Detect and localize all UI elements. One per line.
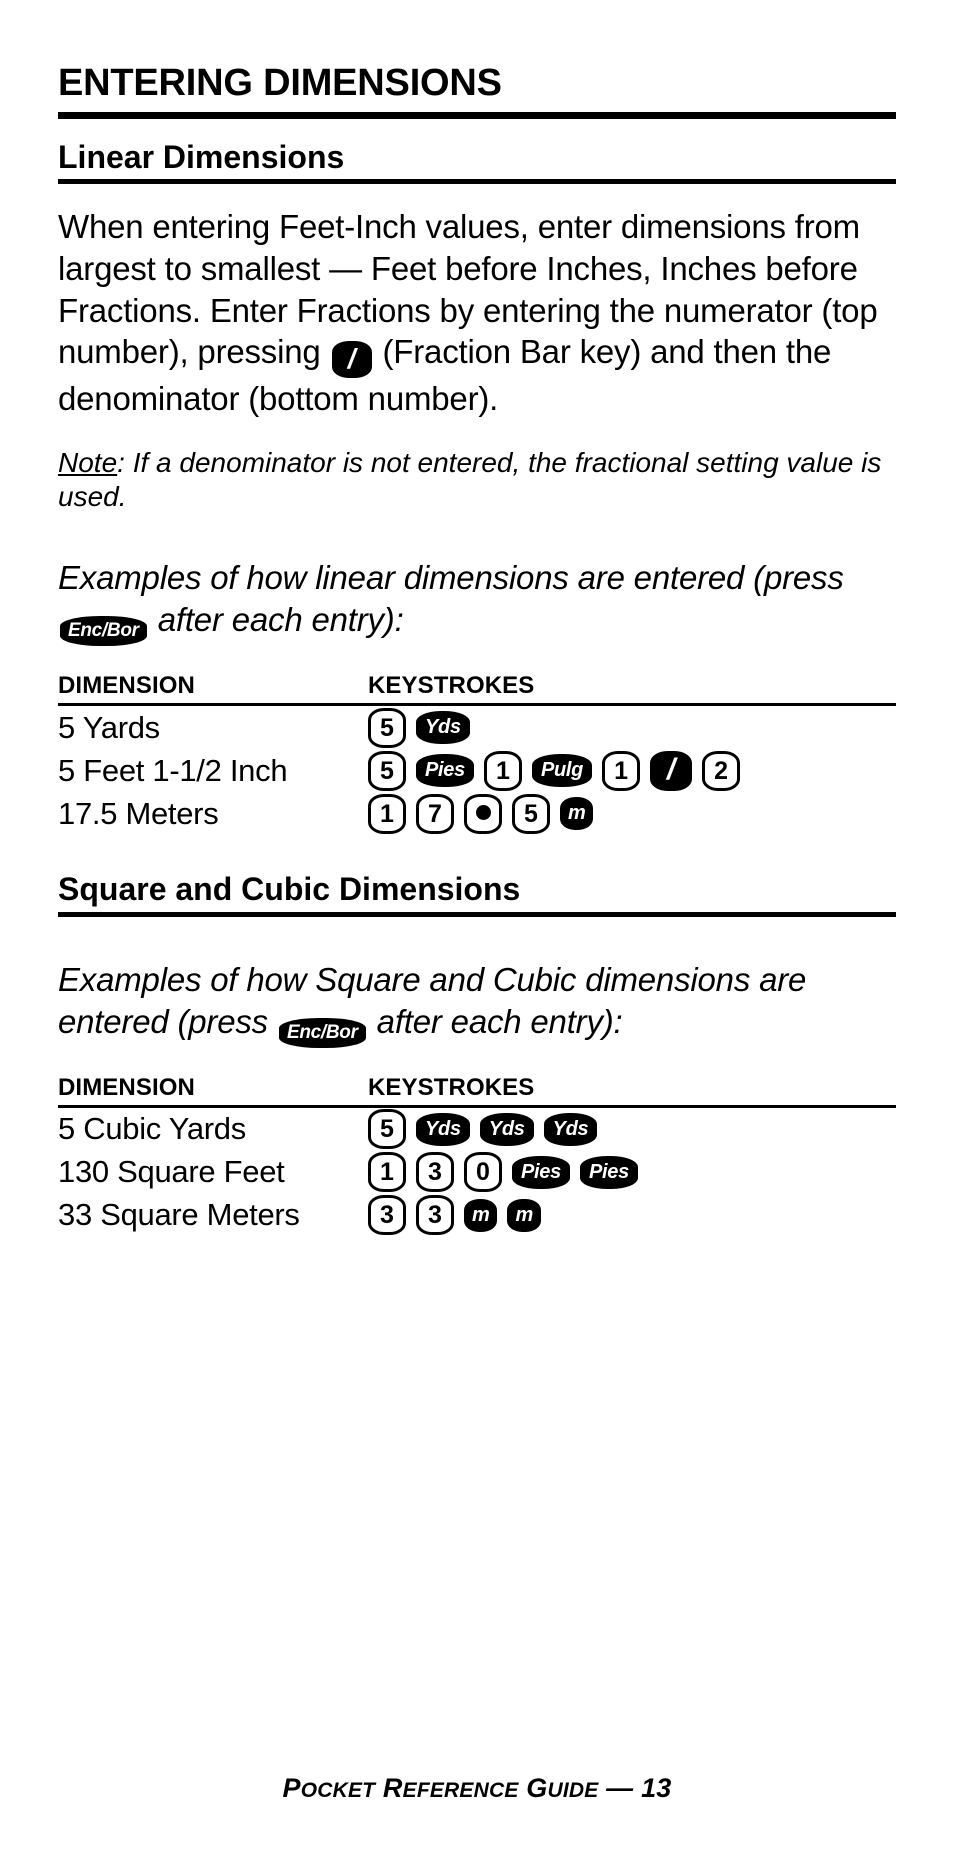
decimal-point-key-icon: [464, 793, 502, 834]
note-label: Note: [58, 446, 118, 478]
key-digit-3-icon: 3: [368, 1195, 406, 1235]
key-yds-icon: Yds: [479, 1112, 534, 1146]
table-header-row: DIMENSION KEYSTROKES: [58, 1074, 896, 1102]
key-m-icon: m: [560, 797, 594, 830]
square-cubic-intro-part2: after each entry):: [376, 1002, 623, 1040]
table-body: 5 Yards 5 Yds 5 Feet 1-1/2 Inch 5 Pies 1 Pulg 1/…: [58, 706, 896, 835]
cell-dimension: 17.5 Meters: [58, 795, 219, 831]
linear-intro-part1: Examples of how linear dimensions are en…: [58, 559, 844, 597]
page-title: ENTERING DIMENSIONS: [58, 62, 502, 104]
cell-keystrokes: 1 3 0 Pies Pies: [368, 1152, 638, 1192]
key-digit-5-icon: 5: [368, 1109, 406, 1149]
square-cubic-keystroke-table: DIMENSION KEYSTROKES 5 Cubic Yards 5 Yds Yd…: [58, 1074, 896, 1237]
cell-dimension: 5 Cubic Yards: [58, 1111, 246, 1146]
footer-word-pocket-cap: P: [282, 1773, 301, 1803]
table-row: 17.5 Meters 1 7 5 m: [58, 792, 896, 835]
cell-keystrokes: 5 Yds: [368, 707, 470, 748]
key-digit-1-icon: 1: [368, 1152, 406, 1192]
linear-keystroke-table: DIMENSION KEYSTROKES 5 Yards 5 Yds 5 Feet 1…: [58, 672, 896, 835]
fraction-bar-key-icon: /: [331, 341, 372, 379]
section-heading-linear: Linear Dimensions: [58, 138, 345, 175]
key-pulg-icon: Pulg: [531, 754, 593, 787]
cell-dimension: 130 Square Feet: [58, 1154, 285, 1189]
table-row: 5 Cubic Yards 5 Yds Yds Yds: [58, 1108, 896, 1151]
linear-intro-part2: after each entry):: [157, 601, 404, 638]
linear-note: Note: If a denominator is not entered, t…: [58, 446, 896, 515]
footer-word-guide-rest: UIDE: [547, 1779, 599, 1802]
square-cubic-examples-intro: Examples of how Square and Cubic dimensi…: [58, 959, 896, 1048]
table-row: 33 Square Meters 3 3 m m: [58, 1194, 896, 1237]
key-digit-1-icon: 1: [368, 793, 406, 834]
key-pies-icon: Pies: [416, 754, 474, 787]
linear-examples-intro: Examples of how linear dimensions are en…: [58, 557, 896, 646]
cell-dimension: 5 Yards: [58, 709, 160, 745]
key-yds-icon: Yds: [543, 1112, 598, 1146]
footer-page-number: 13: [641, 1773, 672, 1803]
key-digit-1-icon: 1: [483, 750, 522, 791]
footer-word-guide-cap: G: [526, 1773, 548, 1803]
table-row: 5 Yards 5 Yds: [58, 706, 896, 749]
footer-word-pocket-rest: OCKET: [300, 1779, 376, 1802]
key-digit-5-icon: 5: [512, 793, 550, 834]
key-pies-icon: Pies: [579, 1155, 638, 1189]
column-header-keystrokes: KEYSTROKES: [368, 672, 535, 699]
enc-bor-key-icon: Enc/Bor: [60, 616, 147, 646]
enc-bor-key-icon: Enc/Bor: [278, 1017, 366, 1048]
key-digit-2-icon: 2: [702, 750, 741, 791]
document-page: ENTERING DIMENSIONS Linear Dimensions Wh…: [58, 0, 896, 1862]
fraction-bar-key-icon: /: [650, 750, 693, 791]
note-text: : If a denominator is not entered, the f…: [58, 446, 882, 513]
key-digit-7-icon: 7: [416, 793, 454, 834]
decimal-dot: [475, 804, 491, 820]
column-header-dimension: DIMENSION: [58, 1073, 195, 1101]
table-row: 130 Square Feet 1 3 0 Pies Pies: [58, 1151, 896, 1194]
key-digit-3-icon: 3: [416, 1152, 454, 1192]
key-yds-icon: Yds: [416, 711, 470, 744]
page-footer: POCKET REFERENCE GUIDE — 13: [58, 1773, 896, 1804]
cell-keystrokes: 5 Pies 1 Pulg 1/2: [368, 750, 741, 791]
section-heading-square-cubic: Square and Cubic Dimensions: [58, 871, 521, 907]
key-digit-0-icon: 0: [464, 1152, 502, 1192]
cell-keystrokes: 17 5m: [368, 793, 594, 834]
linear-paragraph: When entering Feet-Inch values, enter di…: [58, 206, 896, 419]
cell-dimension: 33 Square Meters: [58, 1197, 300, 1232]
key-digit-3-icon: 3: [416, 1195, 454, 1235]
key-m-icon: m: [507, 1198, 541, 1232]
cell-keystrokes: 33mm: [368, 1195, 541, 1235]
key-yds-icon: Yds: [416, 1112, 470, 1146]
column-header-dimension: DIMENSION: [58, 672, 195, 699]
key-m-icon: m: [464, 1198, 498, 1232]
key-pies-icon: Pies: [512, 1155, 570, 1189]
section-divider-linear: [58, 179, 896, 185]
table-header-row: DIMENSION KEYSTROKES: [58, 672, 896, 700]
table-body: 5 Cubic Yards 5 Yds Yds Yds 130 Square Feet 1 3…: [58, 1108, 896, 1237]
footer-word-reference-cap: R: [382, 1773, 403, 1803]
column-header-keystrokes: KEYSTROKES: [368, 1073, 535, 1101]
table-row: 5 Feet 1-1/2 Inch 5 Pies 1 Pulg 1/2: [58, 749, 896, 792]
key-digit-5-icon: 5: [368, 707, 406, 748]
title-divider: [58, 111, 896, 119]
key-digit-1-icon: 1: [602, 750, 641, 791]
cell-keystrokes: 5 Yds Yds Yds: [368, 1109, 598, 1149]
footer-separator: —: [606, 1773, 634, 1803]
cell-dimension: 5 Feet 1-1/2 Inch: [58, 752, 288, 788]
section-divider-square-cubic: [58, 911, 896, 917]
footer-word-reference-rest: EFERENCE: [402, 1779, 519, 1802]
key-digit-5-icon: 5: [368, 750, 406, 791]
